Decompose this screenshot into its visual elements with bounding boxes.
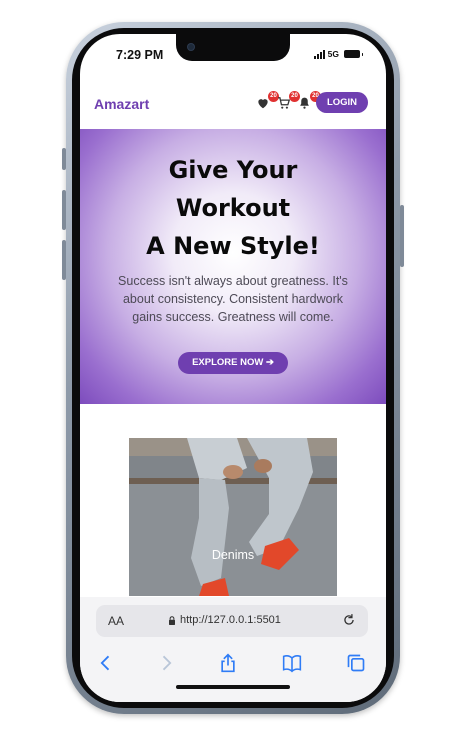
hero-banner: Give Your Workout A New Style! Success i… [80,129,386,404]
url-text: http://127.0.0.1:5501 [180,614,281,626]
address-bar[interactable]: AA http://127.0.0.1:5501 [96,605,368,637]
status-indicators: 5G [313,49,363,59]
share-icon[interactable] [218,653,238,673]
battery-icon [344,50,363,58]
login-button[interactable]: LOGIN [316,92,368,113]
lock-icon [169,616,175,625]
volume-up-button [62,190,66,230]
network-label: 5G [327,49,339,59]
navbar: Amazart 20 20 20 LOGIN [80,88,386,128]
denims-photo [129,438,337,596]
power-button [400,205,404,267]
hero-title-line-2: Workout [175,194,291,222]
back-icon[interactable] [96,653,116,673]
bookmarks-icon[interactable] [282,653,302,673]
signal-icon [313,49,325,59]
hero-title: Give Your Workout A New Style! [80,151,386,265]
volume-down-button [62,240,66,280]
hero-title-line-3: A New Style! [146,232,320,260]
hero-description: Success isn't always about greatness. It… [118,274,348,324]
bell-icon [300,97,309,109]
reload-icon[interactable] [342,613,356,627]
reader-options-button[interactable]: AA [108,614,124,628]
brand-logo[interactable]: Amazart [94,96,149,112]
cart-button[interactable]: 20 [277,91,300,112]
phone-screen: 7:29 PM 5G Amazart 20 20 20 LOGIN Give Y… [80,34,386,702]
explore-now-button[interactable]: EXPLORE NOW ➔ [178,352,288,374]
forward-icon[interactable] [156,653,176,673]
hero-title-line-1: Give Your [168,156,298,184]
status-time: 7:29 PM [116,48,164,62]
mute-switch [62,148,66,170]
tabs-icon[interactable] [346,653,366,673]
card-label: Denims [211,548,255,562]
wishlist-button[interactable]: 20 [256,91,279,112]
home-indicator[interactable] [176,685,290,689]
browser-nav-toolbar [80,649,386,679]
front-camera [188,44,194,50]
notifications-button[interactable]: 20 [298,91,321,112]
product-category-card[interactable]: Denims [129,438,337,596]
